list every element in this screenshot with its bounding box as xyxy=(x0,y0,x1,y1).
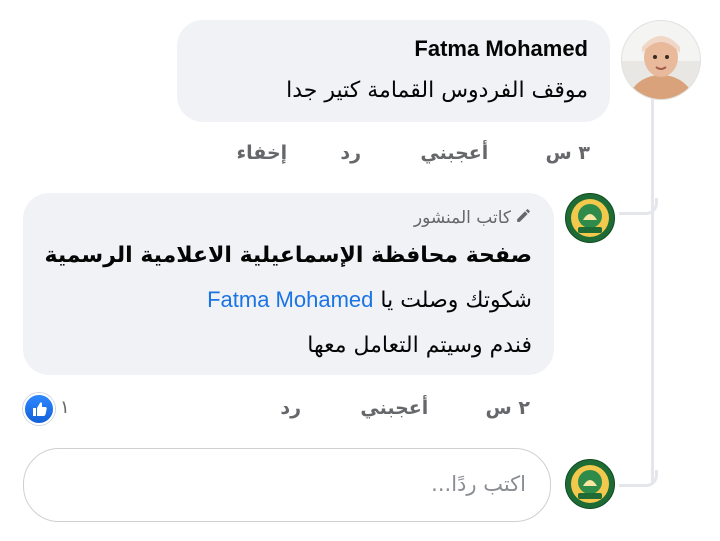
reply-reply-button[interactable]: رد xyxy=(280,397,301,419)
mention-link[interactable]: Fatma Mohamed xyxy=(207,287,373,312)
reply-like-button[interactable]: أعجبني xyxy=(360,397,428,419)
reply-bubble: كاتب المنشور صفحة محافظة الإسماعيلية الا… xyxy=(23,193,554,375)
comment-hide-button[interactable]: إخفاء xyxy=(236,142,287,164)
comment-reply-button[interactable]: رد xyxy=(340,142,361,164)
author-badge: كاتب المنشور xyxy=(414,207,532,229)
comment-author[interactable]: Fatma Mohamed xyxy=(414,36,588,62)
comment-time[interactable]: ٣ س xyxy=(546,142,590,164)
reply-line-1: شكوتك وصلت يا Fatma Mohamed xyxy=(207,287,532,313)
commenter-avatar[interactable] xyxy=(621,20,701,100)
comment-actions: ٣ س أعجبني رد إخفاء xyxy=(236,142,590,164)
thread-line xyxy=(651,98,654,484)
reply-time[interactable]: ٢ س xyxy=(486,397,530,419)
reply-author[interactable]: صفحة محافظة الإسماعيلية الاعلامية الرسمي… xyxy=(44,243,532,268)
comment-like-button[interactable]: أعجبني xyxy=(420,142,488,164)
composer-avatar xyxy=(565,459,615,509)
thread-branch-reply xyxy=(619,198,658,215)
like-thumb-icon[interactable] xyxy=(23,393,55,425)
reply-input[interactable]: اكتب ردًا... xyxy=(23,448,551,522)
reply-input-placeholder: اكتب ردًا... xyxy=(431,472,526,496)
page-avatar[interactable] xyxy=(565,193,615,243)
reply-line-2: فندم وسيتم التعامل معها xyxy=(307,333,532,358)
reaction-count[interactable]: ١ xyxy=(60,397,70,418)
comment-bubble: Fatma Mohamed موقف الفردوس القمامة كتير … xyxy=(177,20,610,122)
thread-branch-composer xyxy=(619,470,658,487)
pencil-icon xyxy=(515,207,532,229)
reply-actions: ٢ س أعجبني رد xyxy=(280,397,530,419)
reply-text-start: شكوتك وصلت يا xyxy=(380,288,532,313)
author-badge-label: كاتب المنشور xyxy=(413,208,511,228)
comment-text: موقف الفردوس القمامة كتير جدا xyxy=(286,78,588,103)
